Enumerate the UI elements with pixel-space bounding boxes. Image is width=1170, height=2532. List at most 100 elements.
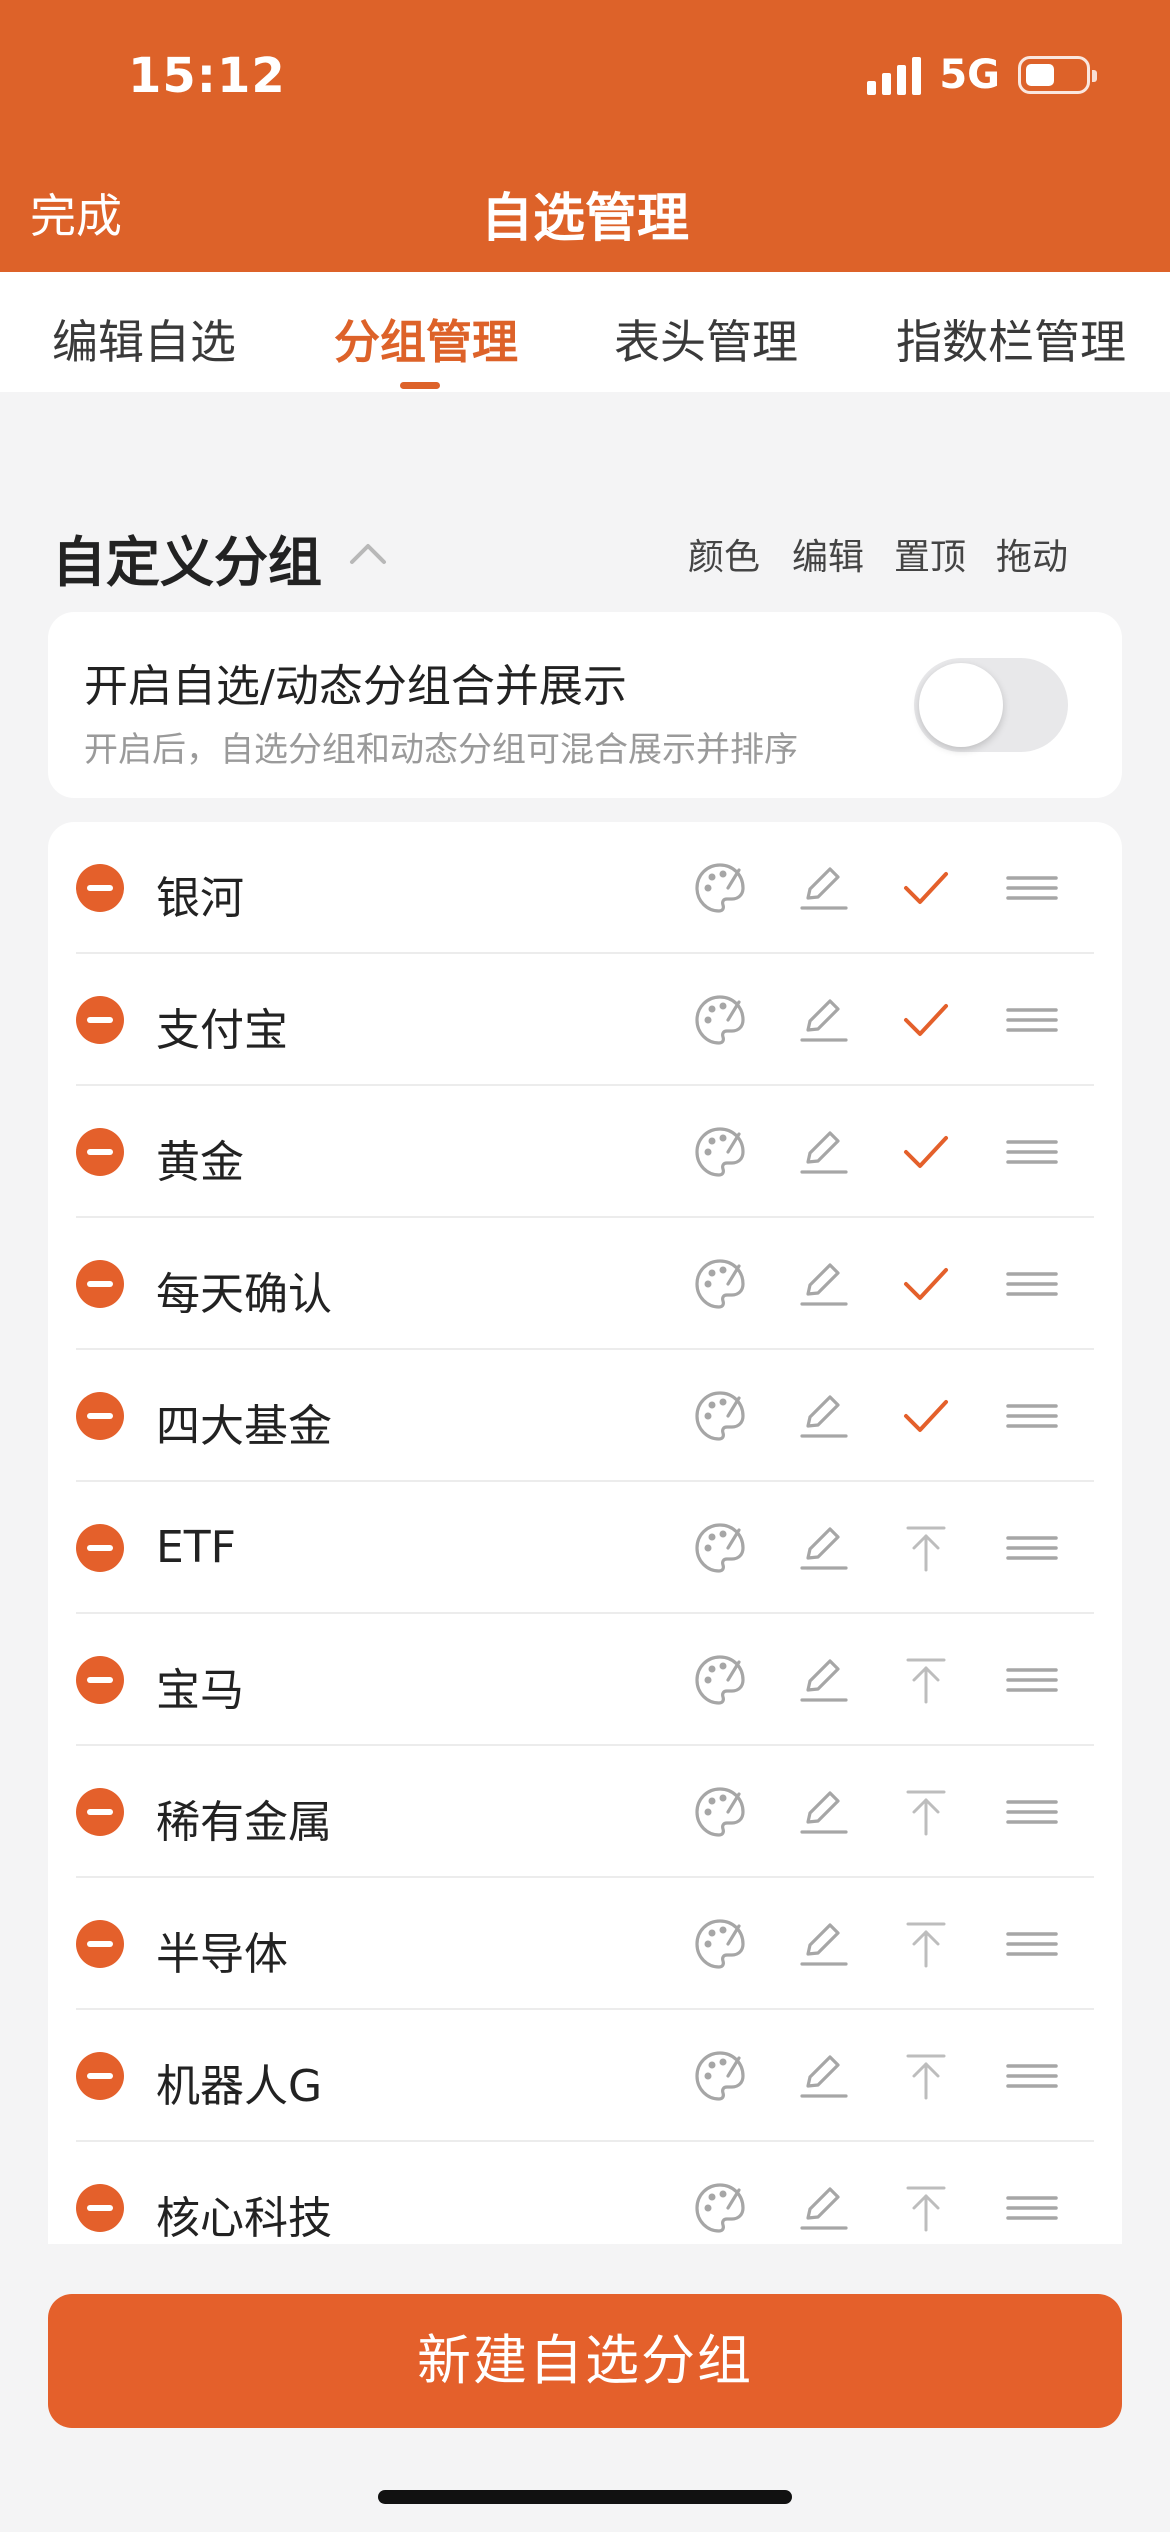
edit-icon[interactable] — [794, 2046, 854, 2106]
delete-group-button[interactable] — [76, 1656, 124, 1704]
drag-handle-icon[interactable] — [1002, 990, 1062, 1050]
drag-handle-icon[interactable] — [1002, 2046, 1062, 2106]
column-drag: 拖动 — [996, 537, 1069, 578]
delete-group-button[interactable] — [76, 2052, 124, 2100]
network-label: 5G — [939, 52, 1000, 98]
merge-setting-card: 开启自选/动态分组合并展示 开启后，自选分组和动态分组可混合展示并排序 — [48, 612, 1122, 798]
delete-group-button[interactable] — [76, 1524, 124, 1572]
group-name: 四大基金 — [156, 1401, 332, 1452]
tab-header-management[interactable]: 表头管理 — [614, 306, 798, 372]
group-row: 四大基金 — [48, 1350, 1122, 1482]
screen: 15:12 5G 完成 自选管理 编辑自选 分组管理 表头管理 指数栏管理 自定… — [0, 0, 1170, 2532]
drag-handle-icon[interactable] — [1002, 1254, 1062, 1314]
status-time: 15:12 — [128, 48, 286, 104]
merge-setting-title: 开启自选/动态分组合并展示 — [84, 661, 627, 712]
palette-icon[interactable] — [690, 858, 750, 918]
pin-to-top-icon[interactable] — [896, 2046, 956, 2106]
page-title: 自选管理 — [480, 189, 689, 249]
chevron-up-icon[interactable] — [348, 538, 388, 568]
column-pin: 置顶 — [894, 537, 967, 578]
group-name: 半导体 — [156, 1929, 288, 1980]
group-name: ETF — [156, 1522, 236, 1573]
tab-edit-watchlist[interactable]: 编辑自选 — [52, 306, 236, 372]
group-name: 银河 — [156, 873, 244, 924]
delete-group-button[interactable] — [76, 1260, 124, 1308]
edit-icon[interactable] — [794, 1518, 854, 1578]
pinned-check-icon[interactable] — [896, 1122, 956, 1182]
group-name: 核心科技 — [156, 2193, 332, 2244]
pinned-check-icon[interactable] — [896, 1386, 956, 1446]
group-name: 黄金 — [156, 1137, 244, 1188]
edit-icon[interactable] — [794, 1650, 854, 1710]
column-edit: 编辑 — [792, 537, 865, 578]
delete-group-button[interactable] — [76, 1392, 124, 1440]
merge-toggle[interactable] — [914, 658, 1068, 752]
delete-group-button[interactable] — [76, 1128, 124, 1176]
palette-icon[interactable] — [690, 1914, 750, 1974]
footer: 新建自选分组 — [0, 2244, 1170, 2532]
edit-icon[interactable] — [794, 1782, 854, 1842]
pin-to-top-icon[interactable] — [896, 2178, 956, 2238]
pinned-check-icon[interactable] — [896, 858, 956, 918]
drag-handle-icon[interactable] — [1002, 1386, 1062, 1446]
edit-icon[interactable] — [794, 2178, 854, 2238]
palette-icon[interactable] — [690, 1254, 750, 1314]
edit-icon[interactable] — [794, 1254, 854, 1314]
drag-handle-icon[interactable] — [1002, 1914, 1062, 1974]
pin-to-top-icon[interactable] — [896, 1650, 956, 1710]
active-tab-indicator — [400, 382, 440, 389]
pinned-check-icon[interactable] — [896, 990, 956, 1050]
group-row: 半导体 — [48, 1878, 1122, 2010]
pin-to-top-icon[interactable] — [896, 1914, 956, 1974]
delete-group-button[interactable] — [76, 2184, 124, 2232]
palette-icon[interactable] — [690, 990, 750, 1050]
new-group-button[interactable]: 新建自选分组 — [48, 2294, 1122, 2428]
merge-setting-description: 开启后，自选分组和动态分组可混合展示并排序 — [84, 730, 798, 770]
group-row: 支付宝 — [48, 954, 1122, 1086]
drag-handle-icon[interactable] — [1002, 2178, 1062, 2238]
palette-icon[interactable] — [690, 1386, 750, 1446]
delete-group-button[interactable] — [76, 1788, 124, 1836]
home-indicator — [378, 2490, 792, 2504]
group-row: 机器人G — [48, 2010, 1122, 2142]
group-name: 稀有金属 — [156, 1797, 332, 1848]
section-title: 自定义分组 — [52, 531, 322, 594]
edit-icon[interactable] — [794, 858, 854, 918]
delete-group-button[interactable] — [76, 996, 124, 1044]
edit-icon[interactable] — [794, 1122, 854, 1182]
edit-icon[interactable] — [794, 1386, 854, 1446]
palette-icon[interactable] — [690, 2046, 750, 2106]
battery-icon — [1018, 56, 1097, 94]
drag-handle-icon[interactable] — [1002, 858, 1062, 918]
edit-icon[interactable] — [794, 1914, 854, 1974]
group-row: 银河 — [48, 822, 1122, 954]
drag-handle-icon[interactable] — [1002, 1650, 1062, 1710]
edit-icon[interactable] — [794, 990, 854, 1050]
pin-to-top-icon[interactable] — [896, 1518, 956, 1578]
group-list: 银河支付宝黄金每天确认四大基金 ETF 宝马稀有金属半导体机器人G 核心科技 — [48, 822, 1122, 2244]
palette-icon[interactable] — [690, 1122, 750, 1182]
group-row: 每天确认 — [48, 1218, 1122, 1350]
palette-icon[interactable] — [690, 1518, 750, 1578]
tab-index-bar-management[interactable]: 指数栏管理 — [896, 306, 1126, 372]
palette-icon[interactable] — [690, 1650, 750, 1710]
group-name: 每天确认 — [156, 1269, 332, 1320]
group-name: 机器人G — [156, 2061, 323, 2112]
palette-icon[interactable] — [690, 2178, 750, 2238]
drag-handle-icon[interactable] — [1002, 1518, 1062, 1578]
group-name: 宝马 — [156, 1665, 244, 1716]
group-row: 黄金 — [48, 1086, 1122, 1218]
header: 15:12 5G 完成 自选管理 — [0, 0, 1170, 272]
group-row: 稀有金属 — [48, 1746, 1122, 1878]
drag-handle-icon[interactable] — [1002, 1122, 1062, 1182]
pinned-check-icon[interactable] — [896, 1254, 956, 1314]
pin-to-top-icon[interactable] — [896, 1782, 956, 1842]
palette-icon[interactable] — [690, 1782, 750, 1842]
tab-bar: 编辑自选 分组管理 表头管理 指数栏管理 — [0, 272, 1170, 392]
drag-handle-icon[interactable] — [1002, 1782, 1062, 1842]
group-row: ETF — [48, 1482, 1122, 1614]
tab-group-management[interactable]: 分组管理 — [334, 306, 518, 372]
delete-group-button[interactable] — [76, 1920, 124, 1968]
group-row: 核心科技 — [48, 2142, 1122, 2244]
delete-group-button[interactable] — [76, 864, 124, 912]
